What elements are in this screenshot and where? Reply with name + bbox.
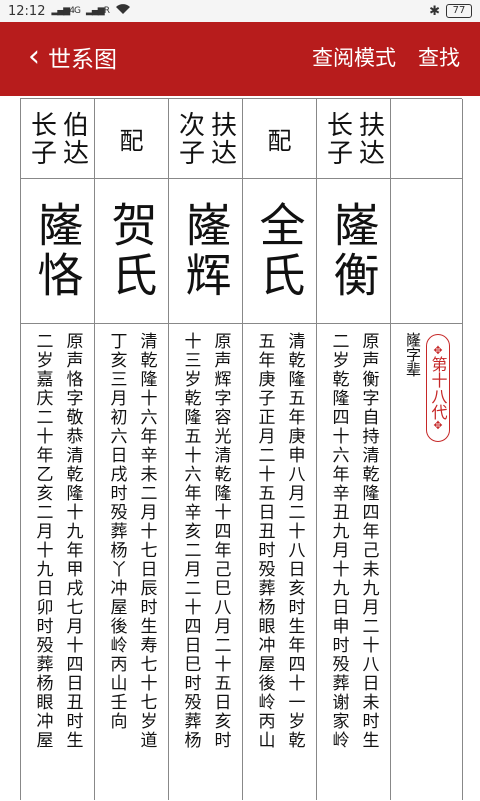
note-line: 二岁乾隆四十六年辛丑九月十九日申时殁葬谢家岭 (328, 332, 349, 750)
relation-label: 长子 (322, 110, 353, 167)
status-time: 12:12 (8, 3, 46, 19)
note-line: 清乾隆十六年辛未二月十七日辰时生寿七十七岁道 (136, 332, 157, 750)
note-line: 五年庚子正月二十五日丑时殁葬杨眼冲屋後岭丙山 (254, 332, 275, 750)
signal-roaming-icon: ▂▄▆R (85, 6, 110, 16)
name-cell: 贺氏 (95, 179, 168, 324)
empty-header-cell (391, 99, 462, 179)
relation-label: 长子 (26, 110, 57, 167)
search-button[interactable]: 查找 (418, 42, 460, 72)
person-alias: 伯达 (58, 110, 89, 167)
signal-icon: ▂▄▆4G (51, 6, 80, 16)
person-column[interactable]: 扶达 次子 嶐辉 原声辉字容光清乾隆十四年己巳八月二十五日亥时 十三岁乾隆五十六… (169, 99, 243, 800)
notes-cell: 清乾隆五年庚申八月二十八日亥时生年四十一岁乾 五年庚子正月二十五日丑时殁葬杨眼冲… (243, 324, 316, 801)
wifi-icon (115, 3, 131, 19)
person-alias: 扶达 (354, 110, 385, 167)
person-column[interactable]: 伯达 长子 嶐恪 原声恪字敬恭清乾隆十九年甲戌七月十四日丑时生 二岁嘉庆二十年乙… (21, 99, 95, 800)
notes-cell: 原声恪字敬恭清乾隆十九年甲戌七月十四日丑时生 二岁嘉庆二十年乙亥二月十九日卯时殁… (21, 324, 94, 801)
note-line: 二岁嘉庆二十年乙亥二月十九日卯时殁葬杨眼冲屋 (32, 332, 53, 750)
status-bar: 12:12 ▂▄▆4G ▂▄▆R ✱ 77 (0, 0, 480, 22)
battery-icon: 77 (446, 4, 472, 18)
person-name: 嶐辉 (178, 201, 233, 301)
ornament-icon: ✥ (433, 419, 443, 432)
relation-cell: 伯达 长子 (21, 99, 94, 179)
person-column[interactable]: 扶达 长子 嶐衡 原声衡字自持清乾隆四年己未九月二十八日未时生 二岁乾隆四十六年… (317, 99, 391, 800)
name-cell: 嶐衡 (317, 179, 390, 324)
person-name: 嶐恪 (30, 201, 85, 301)
bluetooth-icon: ✱ (429, 3, 440, 19)
header-divider (0, 92, 480, 96)
generation-column: 嶐字辈 ✥ 第十八代 ✥ (391, 99, 463, 800)
generation-badge: ✥ 第十八代 ✥ (426, 334, 450, 442)
note-line: 清乾隆五年庚申八月二十八日亥时生年四十一岁乾 (284, 332, 305, 750)
note-line: 原声辉字容光清乾隆十四年己巳八月二十五日亥时 (210, 332, 231, 750)
note-line: 十三岁乾隆五十六年辛亥二月二十四日巳时殁葬杨 (180, 332, 201, 750)
person-name: 贺氏 (104, 201, 159, 301)
ornament-icon: ✥ (433, 344, 443, 357)
relation-cell: 配 (243, 99, 316, 179)
lineage-table: 伯达 长子 嶐恪 原声恪字敬恭清乾隆十九年甲戌七月十四日丑时生 二岁嘉庆二十年乙… (20, 98, 463, 800)
relation-label: 配 (267, 127, 292, 155)
notes-cell: 清乾隆十六年辛未二月十七日辰时生寿七十七岁道 丁亥三月初六日戌时殁葬杨丫冲屋後岭… (95, 324, 168, 801)
relation-cell: 配 (95, 99, 168, 179)
name-cell: 全氏 (243, 179, 316, 324)
generation-note: 嶐字辈 (404, 332, 422, 377)
person-name: 全氏 (252, 201, 307, 301)
generation-label: 第十八代 (428, 356, 448, 420)
name-cell: 嶐恪 (21, 179, 94, 324)
view-mode-button[interactable]: 查阅模式 (312, 42, 396, 72)
relation-label: 次子 (174, 110, 205, 167)
note-line: 丁亥三月初六日戌时殁葬杨丫冲屋後岭丙山壬向 (106, 332, 127, 731)
empty-name-cell (391, 179, 462, 324)
back-arrow-icon[interactable]: ‹ (28, 42, 40, 72)
note-line: 原声恪字敬恭清乾隆十九年甲戌七月十四日丑时生 (62, 332, 83, 750)
name-cell: 嶐辉 (169, 179, 242, 324)
page-title: 世系图 (48, 47, 117, 73)
relation-label: 配 (119, 127, 144, 155)
spouse-column[interactable]: 配 贺氏 清乾隆十六年辛未二月十七日辰时生寿七十七岁道 丁亥三月初六日戌时殁葬杨… (95, 99, 169, 800)
relation-cell: 扶达 长子 (317, 99, 390, 179)
person-alias: 扶达 (206, 110, 237, 167)
app-header: ‹ 世系图 查阅模式 查找 (0, 22, 480, 92)
person-name: 嶐衡 (326, 201, 381, 301)
relation-cell: 扶达 次子 (169, 99, 242, 179)
notes-cell: 原声衡字自持清乾隆四年己未九月二十八日未时生 二岁乾隆四十六年辛丑九月十九日申时… (317, 324, 390, 801)
spouse-column[interactable]: 配 全氏 清乾隆五年庚申八月二十八日亥时生年四十一岁乾 五年庚子正月二十五日丑时… (243, 99, 317, 800)
note-line: 原声衡字自持清乾隆四年己未九月二十八日未时生 (358, 332, 379, 750)
notes-cell: 原声辉字容光清乾隆十四年己巳八月二十五日亥时 十三岁乾隆五十六年辛亥二月二十四日… (169, 324, 242, 801)
